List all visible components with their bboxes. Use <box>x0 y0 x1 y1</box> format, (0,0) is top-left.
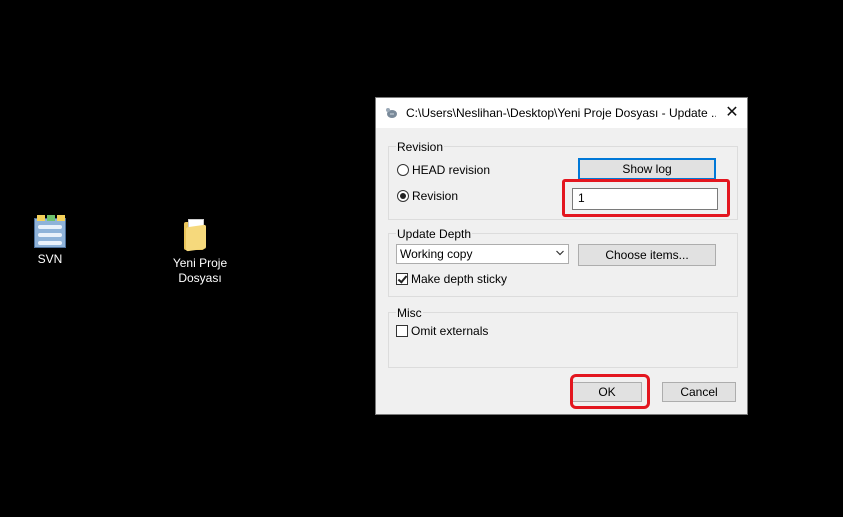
make-depth-sticky-checkbox[interactable]: Make depth sticky <box>396 272 507 286</box>
depth-select-value: Working copy <box>400 247 473 261</box>
desktop-icon-label: Yeni Proje Dosyası <box>172 256 228 285</box>
close-icon: ✕ <box>725 104 739 121</box>
show-log-button[interactable]: Show log <box>578 158 716 180</box>
ok-label: OK <box>598 385 616 399</box>
cancel-button[interactable]: Cancel <box>662 382 736 402</box>
omit-externals-checkbox[interactable]: Omit externals <box>396 324 488 338</box>
choose-items-button[interactable]: Choose items... <box>578 244 716 266</box>
revision-group-title: Revision <box>396 140 445 154</box>
head-revision-label: HEAD revision <box>412 163 491 177</box>
desktop-icon-svn[interactable]: SVN <box>14 215 86 267</box>
chevron-down-icon <box>556 250 564 256</box>
revision-input-value: 1 <box>578 191 585 205</box>
omit-externals-label: Omit externals <box>411 324 489 338</box>
title-bar[interactable]: C:\Users\Neslihan-\Desktop\Yeni Proje Do… <box>376 98 747 128</box>
show-log-label: Show log <box>622 162 672 176</box>
make-depth-sticky-label: Make depth sticky <box>411 272 508 286</box>
revision-input[interactable]: 1 <box>572 188 718 210</box>
close-button[interactable]: ✕ <box>717 98 747 128</box>
desktop-icon-yeni-proje[interactable]: Yeni Proje Dosyası <box>164 218 236 286</box>
radio-indicator <box>397 164 409 176</box>
cancel-label: Cancel <box>680 385 718 399</box>
depth-select[interactable]: Working copy <box>396 244 569 264</box>
head-revision-radio[interactable]: HEAD revision <box>397 163 490 177</box>
svn-folder-icon <box>34 215 66 248</box>
radio-indicator-selected <box>397 190 409 202</box>
checkbox-checked-indicator <box>396 273 408 285</box>
checkbox-indicator <box>396 325 408 337</box>
folder-icon <box>182 218 218 252</box>
revision-radio[interactable]: Revision <box>397 189 458 203</box>
desktop-icon-label: SVN <box>37 252 63 266</box>
ok-button[interactable]: OK <box>572 382 642 402</box>
misc-group-title: Misc <box>396 306 423 320</box>
update-dialog: C:\Users\Neslihan-\Desktop\Yeni Proje Do… <box>375 97 748 415</box>
revision-label: Revision <box>412 189 459 203</box>
choose-items-label: Choose items... <box>605 248 689 262</box>
misc-group: Misc <box>388 306 738 368</box>
window-title: C:\Users\Neslihan-\Desktop\Yeni Proje Do… <box>406 106 716 120</box>
tortoise-app-icon <box>386 108 397 118</box>
update-depth-group-title: Update Depth <box>396 227 473 241</box>
